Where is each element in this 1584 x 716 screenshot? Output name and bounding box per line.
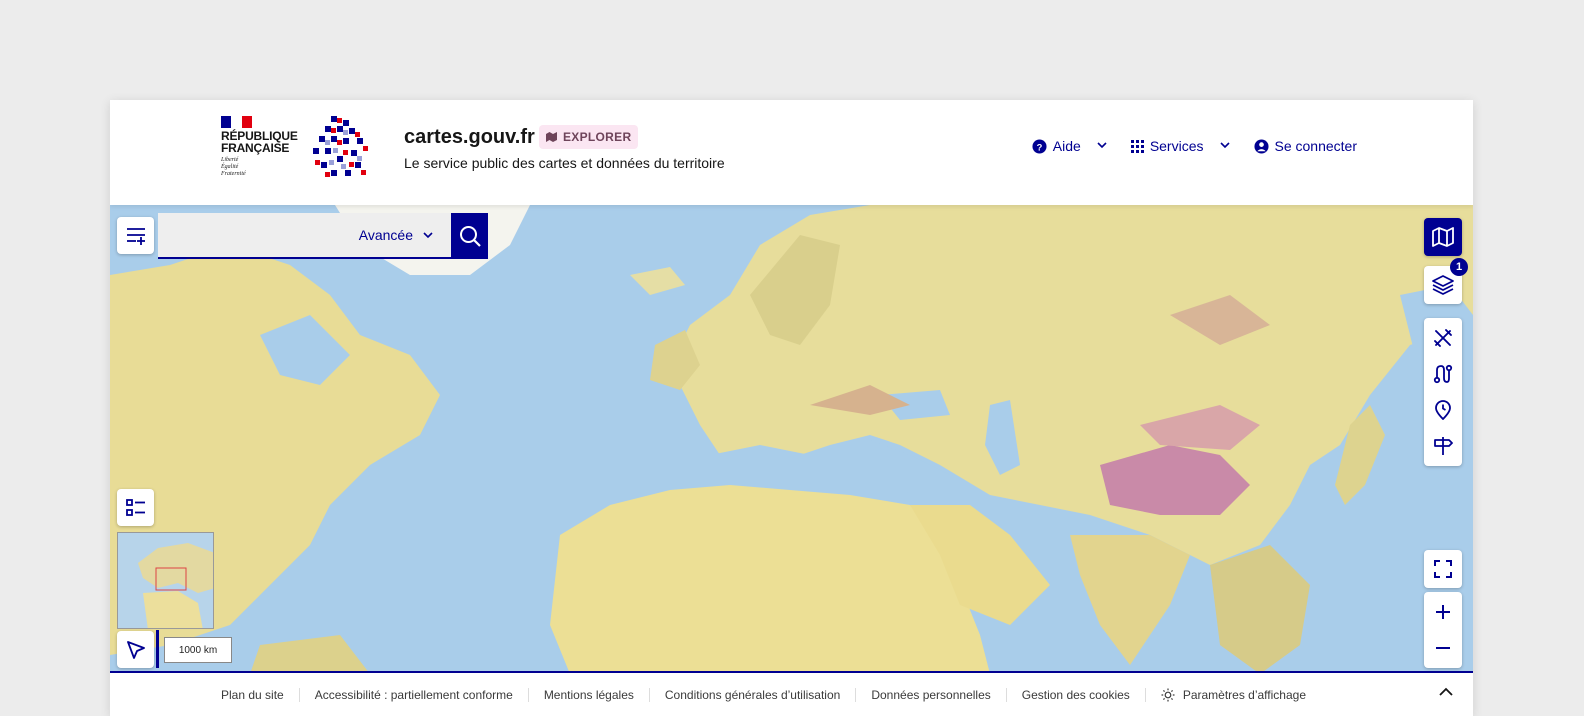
sun-icon — [1161, 688, 1175, 701]
legend-button[interactable] — [117, 489, 154, 526]
app-window: République Française Liberté Égalité Fra… — [110, 100, 1473, 716]
isochrone-button[interactable] — [1424, 392, 1462, 428]
footer-link-cookies[interactable]: Gestion des cookies — [1005, 687, 1145, 702]
footer-display-settings[interactable]: Paramètres d’affichage — [1144, 687, 1321, 702]
map-view[interactable]: Avancée 1 1000 km — [110, 205, 1473, 674]
tools-button[interactable] — [1424, 320, 1462, 356]
devise: Liberté Égalité Fraternité — [221, 157, 246, 177]
legend-list-icon — [125, 498, 145, 516]
scale-bar — [156, 630, 159, 668]
header-nav: ? Aide Services Se connecter — [1032, 138, 1357, 154]
layers-icon — [1432, 275, 1454, 295]
layers-count-badge: 1 — [1450, 258, 1468, 276]
help-menu[interactable]: ? Aide — [1032, 138, 1107, 154]
user-icon — [1253, 138, 1269, 154]
zoom-in-button[interactable] — [1424, 594, 1462, 630]
footer-link-sitemap[interactable]: Plan du site — [221, 688, 299, 702]
catalog-button[interactable] — [117, 217, 154, 254]
grid-icon — [1130, 139, 1144, 153]
basemap-button[interactable] — [1424, 218, 1462, 256]
list-add-icon — [126, 227, 145, 245]
minus-icon — [1436, 647, 1450, 649]
footer-link-accessibility[interactable]: Accessibilité : partiellement conforme — [298, 687, 528, 702]
search-bar: Avancée — [158, 213, 488, 259]
svg-text:?: ? — [1036, 142, 1042, 152]
search-button[interactable] — [451, 213, 488, 259]
tools-icon — [1434, 329, 1452, 347]
layers-button[interactable]: 1 — [1424, 258, 1468, 304]
explorer-badge: EXPLORER — [539, 125, 639, 149]
route-icon — [1433, 364, 1453, 384]
directions-button[interactable] — [1424, 428, 1462, 464]
footer: Plan du site Accessibilité : partielleme… — [110, 671, 1473, 716]
footer-link-terms[interactable]: Conditions générales d’utilisation — [648, 687, 855, 702]
services-menu[interactable]: Services — [1130, 138, 1230, 154]
world-basemap[interactable] — [110, 205, 1473, 674]
search-icon — [459, 226, 481, 247]
search-mode-label: Avancée — [358, 227, 413, 243]
plus-icon — [1436, 605, 1450, 619]
chevron-up-icon[interactable] — [1439, 687, 1453, 697]
zoom-controls — [1424, 592, 1462, 668]
scale-label: 1000 km — [164, 637, 232, 663]
services-label: Services — [1149, 138, 1204, 154]
republique-francaise-logo[interactable]: République Française Liberté Égalité Fra… — [221, 116, 301, 178]
minimap-image — [118, 533, 213, 628]
time-pin-icon — [1435, 400, 1451, 420]
chevron-down-icon — [423, 231, 433, 238]
footer-link-privacy[interactable]: Données personnelles — [855, 687, 1005, 702]
map-icon — [546, 132, 557, 142]
badge-label: EXPLORER — [563, 130, 632, 144]
fullscreen-button[interactable] — [1424, 550, 1462, 588]
geolocate-button[interactable] — [117, 631, 154, 668]
rf-line-2: Française — [221, 141, 290, 155]
site-subtitle: Le service public des cartes et données … — [404, 155, 725, 171]
overview-minimap[interactable] — [117, 532, 214, 629]
site-title[interactable]: cartes.gouv.fr — [404, 126, 535, 149]
chevron-down-icon — [1097, 142, 1107, 149]
search-mode-select[interactable]: Avancée — [158, 213, 451, 259]
chevron-down-icon — [1219, 142, 1230, 149]
zoom-out-button[interactable] — [1424, 630, 1462, 666]
login-label: Se connecter — [1274, 138, 1358, 154]
footer-link-legal[interactable]: Mentions légales — [527, 687, 649, 702]
question-circle-icon: ? — [1032, 138, 1047, 154]
map-icon — [1432, 227, 1454, 247]
tools-panel — [1424, 318, 1462, 466]
help-label: Aide — [1052, 138, 1081, 154]
signpost-icon — [1434, 437, 1453, 455]
cursor-arrow-icon — [126, 640, 145, 659]
fullscreen-icon — [1434, 560, 1452, 578]
marianne-flag — [221, 116, 252, 128]
cartes-pixel-logo[interactable] — [313, 116, 369, 178]
login-button[interactable]: Se connecter — [1253, 138, 1358, 154]
route-button[interactable] — [1424, 356, 1462, 392]
display-settings-label: Paramètres d’affichage — [1182, 687, 1306, 702]
site-header: République Française Liberté Égalité Fra… — [110, 100, 1473, 205]
